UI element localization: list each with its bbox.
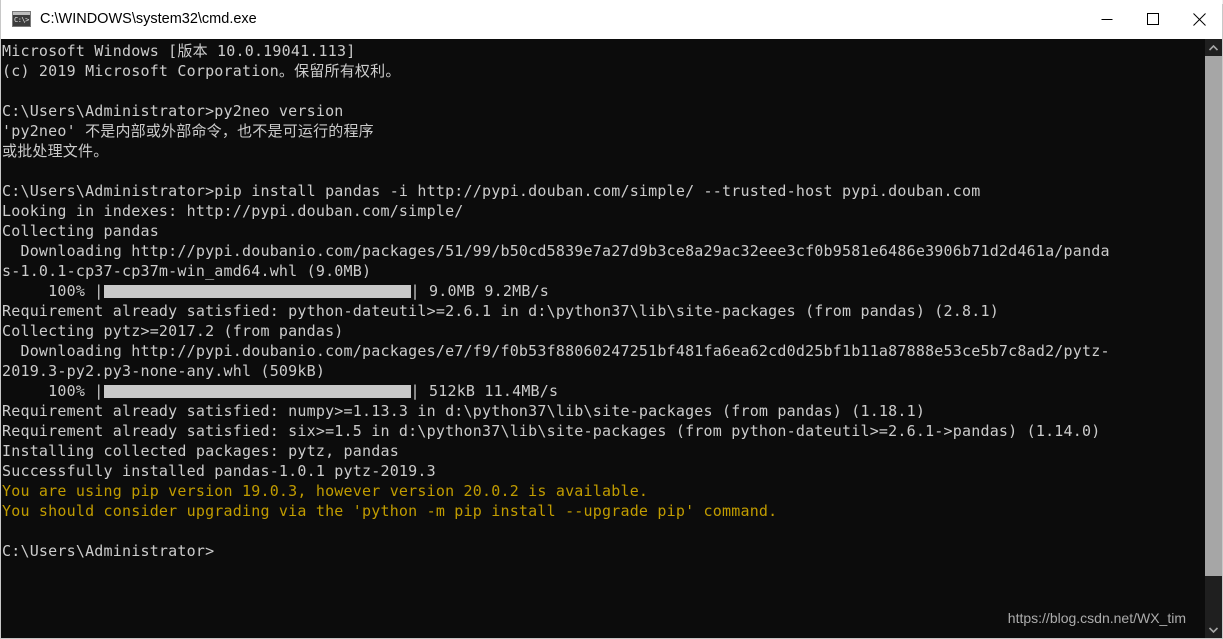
console-line: 2019.3-py2.py3-none-any.whl (509kB) [2,361,1205,381]
console-line [2,161,1205,181]
console-line: Collecting pytz>=2017.2 (from pandas) [2,321,1205,341]
scrollbar-thumb[interactable] [1205,56,1222,576]
minimize-button[interactable] [1084,0,1130,38]
progress-rate-label: | 9.0MB 9.2MB/s [411,282,549,300]
close-button[interactable] [1176,0,1222,38]
console-prompt-line: C:\Users\Administrator> [2,541,1205,561]
console-line: C:\Users\Administrator>py2neo version [2,101,1205,121]
console-line: Downloading http://pypi.doubanio.com/pac… [2,241,1205,261]
cmd-icon: C:\> [12,11,31,27]
console-line [2,521,1205,541]
title-bar[interactable]: C:\> C:\WINDOWS\system32\cmd.exe [1,0,1222,39]
maximize-button[interactable] [1130,0,1176,38]
console-line: Installing collected packages: pytz, pan… [2,441,1205,461]
console-output[interactable]: Microsoft Windows [版本 10.0.19041.113](c)… [1,39,1205,638]
console-line: Requirement already satisfied: python-da… [2,301,1205,321]
console-line: Requirement already satisfied: six>=1.5 … [2,421,1205,441]
scroll-up-arrow[interactable] [1205,39,1222,56]
console-text: Microsoft Windows [版本 10.0.19041.113](c)… [1,39,1205,561]
watermark-text: https://blog.csdn.net/WX_tim [1008,610,1186,626]
console-line: (c) 2019 Microsoft Corporation。保留所有权利。 [2,61,1205,81]
progress-bar-fill [104,285,411,298]
console-line: 或批处理文件。 [2,141,1205,161]
console-progress-line: 100% | | 9.0MB 9.2MB/s [2,281,1205,301]
title-bar-left: C:\> C:\WINDOWS\system32\cmd.exe [1,11,1084,27]
console-line [2,81,1205,101]
console-line: 'py2neo' 不是内部或外部命令，也不是可运行的程序 [2,121,1205,141]
console-line: Downloading http://pypi.doubanio.com/pac… [2,341,1205,361]
console-area: Microsoft Windows [版本 10.0.19041.113](c)… [1,39,1222,638]
progress-percent-label: 100% | [2,382,104,400]
window-controls [1084,0,1222,38]
console-progress-line: 100% | | 512kB 11.4MB/s [2,381,1205,401]
console-line: Requirement already satisfied: numpy>=1.… [2,401,1205,421]
cmd-icon-label: C:\> [14,15,29,25]
console-warning-line: You are using pip version 19.0.3, howeve… [2,481,1205,501]
window-title: C:\WINDOWS\system32\cmd.exe [40,11,257,27]
console-line: C:\Users\Administrator>pip install panda… [2,181,1205,201]
console-line: Successfully installed pandas-1.0.1 pytz… [2,461,1205,481]
console-warning-line: You should consider upgrading via the 'p… [2,501,1205,521]
console-line: s-1.0.1-cp37-cp37m-win_amd64.whl (9.0MB) [2,261,1205,281]
progress-bar-fill [104,385,411,398]
console-line: Collecting pandas [2,221,1205,241]
scroll-down-arrow[interactable] [1205,621,1222,638]
progress-rate-label: | 512kB 11.4MB/s [411,382,559,400]
vertical-scrollbar[interactable] [1205,39,1222,638]
scrollbar-track[interactable] [1205,56,1222,621]
progress-percent-label: 100% | [2,282,104,300]
console-line: Microsoft Windows [版本 10.0.19041.113] [2,41,1205,61]
cmd-window: C:\> C:\WINDOWS\system32\cmd.exe [0,0,1223,639]
console-line: Looking in indexes: http://pypi.douban.c… [2,201,1205,221]
